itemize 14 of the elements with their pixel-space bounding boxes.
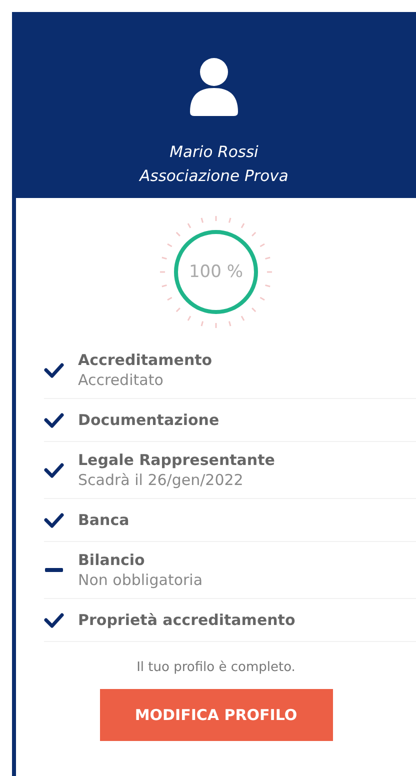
item-status: Scadrà il 26/gen/2022 (78, 470, 244, 490)
item-status: Accreditato (78, 370, 164, 390)
item-title: Proprietà accreditamento (78, 610, 296, 630)
item-status: Non obbligatoria (78, 570, 203, 590)
item-title: Documentazione (78, 410, 220, 430)
progress-percent: 100 % (188, 262, 244, 282)
item-title: Banca (78, 510, 130, 530)
item-title: Bilancio (78, 550, 146, 570)
user-name: Mario Rossi (170, 142, 258, 163)
item-title: Legale Rappresentante (78, 450, 275, 470)
completion-message: Il tuo profilo è completo. (136, 660, 296, 675)
edit-profile-button[interactable]: MODIFICA PROFILO (100, 689, 332, 741)
organization-name: Associazione Prova (140, 166, 288, 187)
item-title: Accreditamento (78, 350, 212, 370)
